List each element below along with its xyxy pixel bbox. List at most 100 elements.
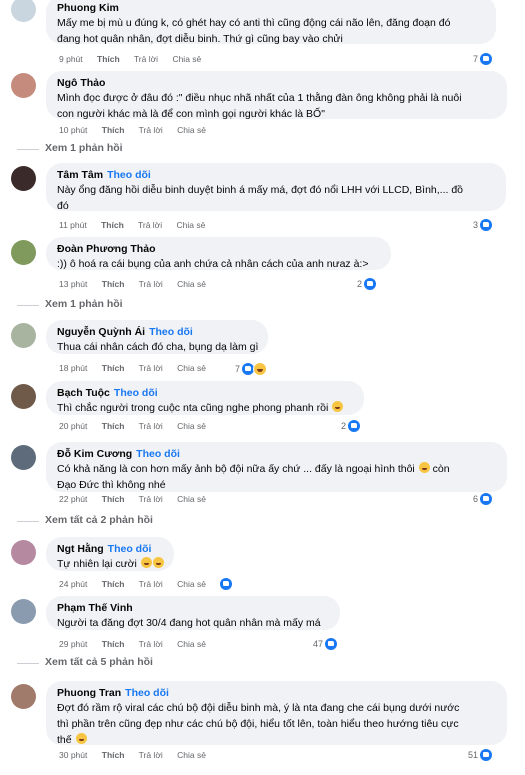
reaction-count[interactable]: 7 <box>473 53 493 65</box>
view-replies-link[interactable]: Xem 1 phản hồi <box>17 298 123 310</box>
view-replies-link[interactable]: Xem 1 phản hồi <box>17 142 123 154</box>
like-button[interactable]: Thích <box>102 125 125 135</box>
share-button[interactable]: Chia sẻ <box>177 750 206 760</box>
avatar[interactable] <box>11 166 36 191</box>
share-button[interactable]: Chia sẻ <box>177 639 206 649</box>
avatar[interactable] <box>11 599 36 624</box>
view-replies-link[interactable]: Xem tất cả 5 phản hồi <box>17 656 153 668</box>
reply-button[interactable]: Trả lời <box>139 279 163 289</box>
like-button[interactable]: Thích <box>97 54 120 64</box>
reply-button[interactable]: Trả lời <box>134 54 158 64</box>
comment-text: Này ổng đăng hồi diễu binh duyệt binh á … <box>57 184 464 196</box>
reaction-number: 2 <box>357 279 363 289</box>
avatar[interactable] <box>11 684 36 709</box>
commenter-name-text[interactable]: Bạch Tuộc <box>57 387 110 399</box>
avatar[interactable] <box>11 445 36 470</box>
follow-button[interactable]: Theo dõi <box>108 543 152 555</box>
like-button[interactable]: Thích <box>102 639 125 649</box>
like-button[interactable]: Thích <box>102 363 125 373</box>
reaction-count[interactable]: 47 <box>313 638 338 650</box>
reply-button[interactable]: Trả lời <box>138 220 162 230</box>
timestamp[interactable]: 9 phút <box>59 54 83 64</box>
reply-button[interactable]: Trả lời <box>139 421 163 431</box>
follow-button[interactable]: Theo dõi <box>149 326 193 338</box>
timestamp[interactable]: 18 phút <box>59 363 87 373</box>
commenter-name[interactable]: Nguyễn Quỳnh Ái Theo dõi <box>57 326 257 339</box>
share-button[interactable]: Chia sẻ <box>177 279 206 289</box>
commenter-name[interactable]: Đoàn Phương Thảo <box>57 243 380 256</box>
commenter-name[interactable]: Ngô Thảo <box>57 77 496 90</box>
commenter-name[interactable]: Phạm Thế Vinh <box>57 602 329 615</box>
commenter-name[interactable]: Ngt Hằng Theo dõi <box>57 543 163 556</box>
reply-button[interactable]: Trả lời <box>139 639 163 649</box>
reaction-count[interactable]: 2 <box>341 420 361 432</box>
avatar[interactable] <box>11 384 36 409</box>
commenter-name[interactable]: Phuong Tran Theo dõi <box>57 687 496 700</box>
reaction-count[interactable]: 51 <box>468 749 493 761</box>
reaction-count[interactable]: 7 <box>235 362 268 376</box>
timestamp[interactable]: 13 phút <box>59 279 87 289</box>
reply-button[interactable]: Trả lời <box>139 125 163 135</box>
follow-button[interactable]: Theo dõi <box>114 387 158 399</box>
share-button[interactable]: Chia sẻ <box>172 54 201 64</box>
reaction-count[interactable]: 2 <box>357 278 377 290</box>
commenter-name[interactable]: Bạch Tuộc Theo dõi <box>57 387 353 400</box>
like-button[interactable]: Thích <box>102 750 125 760</box>
comment-actions: 13 phút Thích Trả lời Chia sẻ <box>59 279 218 289</box>
reply-button[interactable]: Trả lời <box>139 750 163 760</box>
avatar[interactable] <box>11 0 36 22</box>
avatar[interactable] <box>11 240 36 265</box>
like-reaction-icon <box>325 638 338 650</box>
reaction-number: 7 <box>235 364 241 374</box>
share-button[interactable]: Chia sẻ <box>177 125 206 135</box>
avatar[interactable] <box>11 540 36 565</box>
reaction-count[interactable]: 6 <box>473 493 493 505</box>
share-button[interactable]: Chia sẻ <box>177 363 206 373</box>
commenter-name[interactable]: Tâm Tâm Theo dõi <box>57 169 495 182</box>
share-button[interactable]: Chia sẻ <box>177 220 206 230</box>
reply-button[interactable]: Trả lời <box>139 579 163 589</box>
commenter-name-text[interactable]: Ngt Hằng <box>57 543 104 555</box>
timestamp[interactable]: 11 phút <box>59 220 87 230</box>
comment-text: Người ta đăng đợt 30/4 đang hot quân nhâ… <box>57 617 321 629</box>
commenter-name-text[interactable]: Nguyễn Quỳnh Ái <box>57 326 145 338</box>
reaction-count[interactable]: 3 <box>473 219 493 231</box>
reply-button[interactable]: Trả lời <box>139 363 163 373</box>
like-button[interactable]: Thích <box>101 220 124 230</box>
timestamp[interactable]: 20 phút <box>59 421 87 431</box>
view-replies-link[interactable]: Xem tất cả 2 phản hồi <box>17 514 153 526</box>
commenter-name-text[interactable]: Tâm Tâm <box>57 169 103 181</box>
comment-actions: 22 phút Thích Trả lời Chia sẻ <box>59 494 218 504</box>
like-button[interactable]: Thích <box>102 579 125 589</box>
like-reaction-icon <box>480 493 493 505</box>
commenter-name[interactable]: Phuong Kim <box>57 2 485 15</box>
timestamp[interactable]: 24 phút <box>59 579 87 589</box>
comment-text: đang hot quân nhân, đợt diễu binh. Thứ g… <box>57 33 343 45</box>
timestamp[interactable]: 10 phút <box>59 125 87 135</box>
like-button[interactable]: Thích <box>102 279 125 289</box>
commenter-name-text[interactable]: Đỗ Kim Cương <box>57 448 132 460</box>
comment-bubble: Tâm Tâm Theo dõi Này ổng đăng hồi diễu bi… <box>46 163 506 212</box>
share-button[interactable]: Chia sẻ <box>177 421 206 431</box>
share-button[interactable]: Chia sẻ <box>177 579 206 589</box>
follow-button[interactable]: Theo dõi <box>125 687 169 699</box>
reply-button[interactable]: Trả lời <box>139 494 163 504</box>
comment-actions: 9 phút Thích Trả lời Chia sẻ <box>59 54 213 64</box>
commenter-name-text[interactable]: Phuong Tran <box>57 687 121 699</box>
like-button[interactable]: Thích <box>102 421 125 431</box>
avatar[interactable] <box>11 323 36 348</box>
follow-button[interactable]: Theo dõi <box>107 169 151 181</box>
avatar[interactable] <box>11 73 36 98</box>
follow-button[interactable]: Theo dõi <box>136 448 180 460</box>
timestamp[interactable]: 29 phút <box>59 639 87 649</box>
timestamp[interactable]: 22 phút <box>59 494 87 504</box>
reply-connector-line <box>17 521 39 522</box>
like-reaction-icon[interactable] <box>220 578 233 590</box>
timestamp[interactable]: 30 phút <box>59 750 87 760</box>
comment-text: Mấy me bị mù u đúng k, có ghét hay có an… <box>57 17 451 29</box>
commenter-name[interactable]: Đỗ Kim Cương Theo dõi <box>57 448 496 461</box>
like-reaction-icon <box>480 53 493 65</box>
share-button[interactable]: Chia sẻ <box>177 494 206 504</box>
reaction-number: 7 <box>473 54 479 64</box>
like-button[interactable]: Thích <box>102 494 125 504</box>
